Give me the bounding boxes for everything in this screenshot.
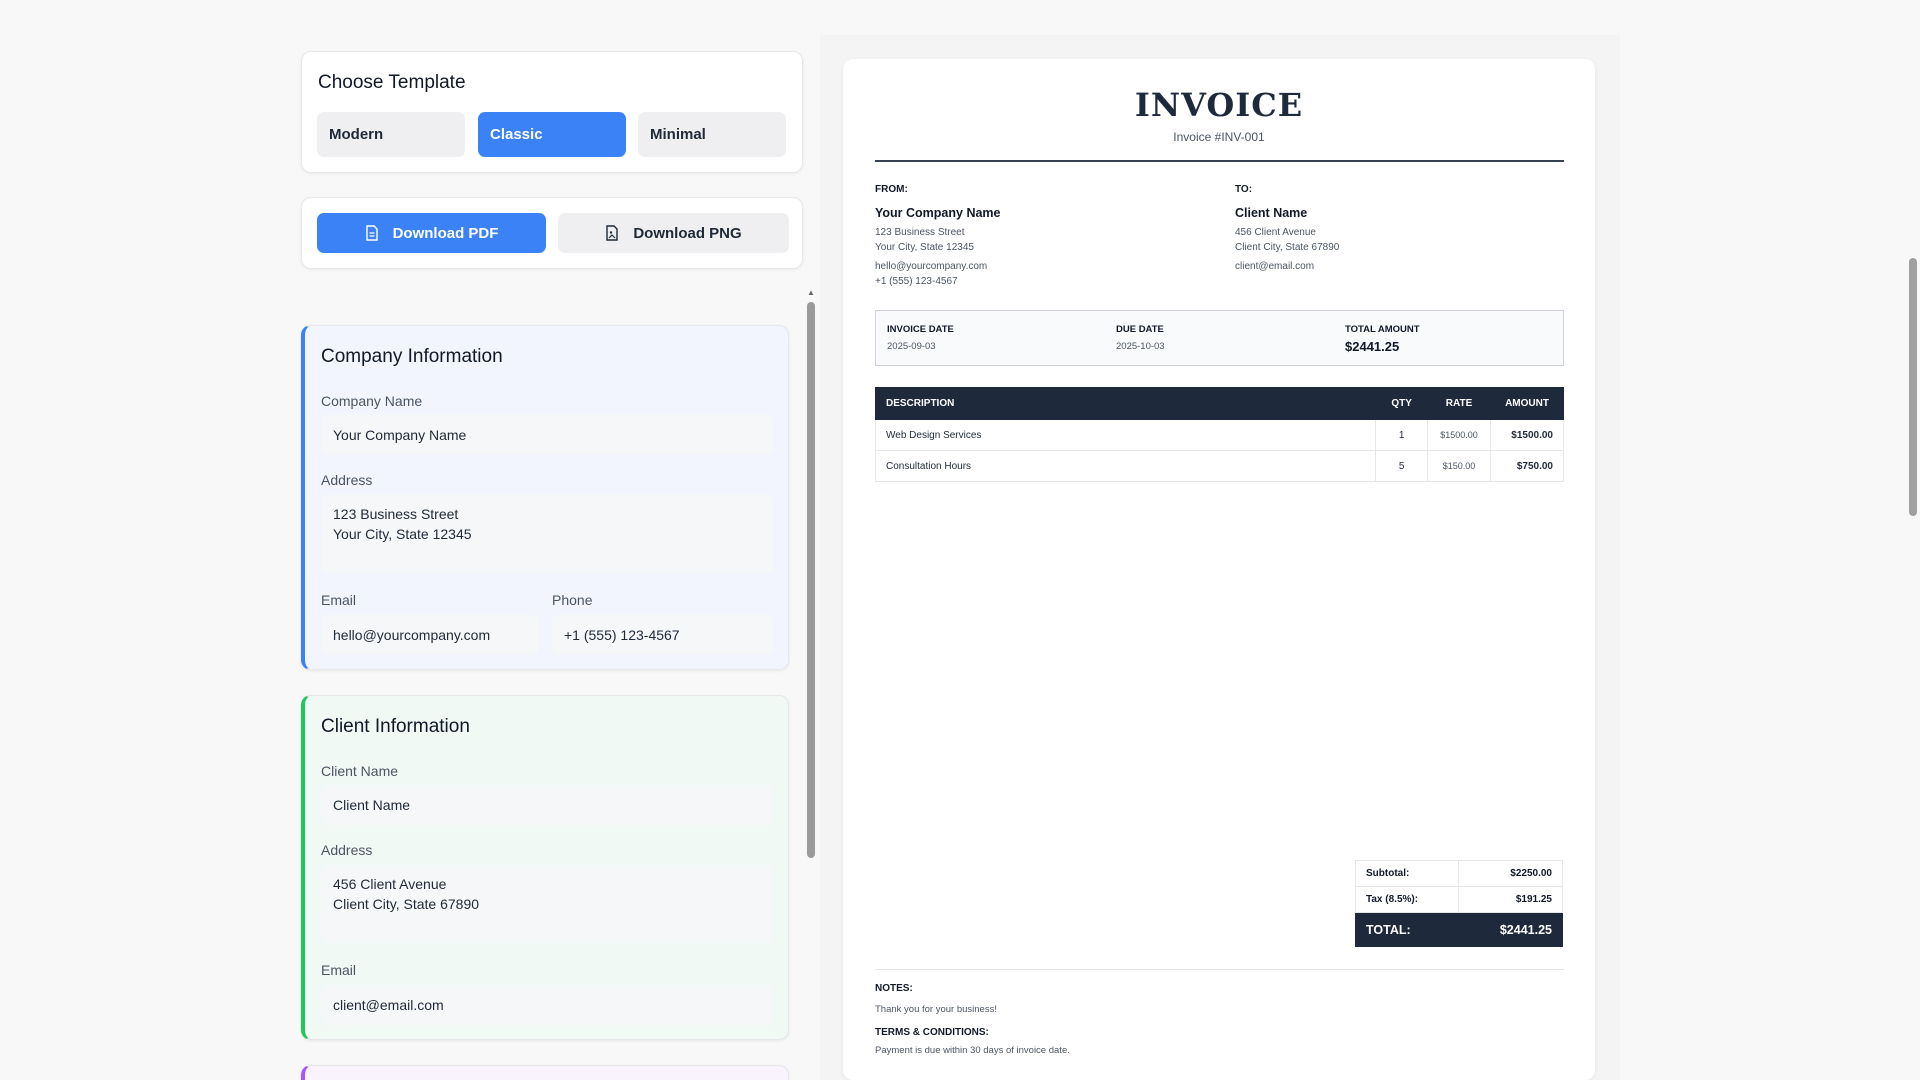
company-email-input[interactable]: hello@yourcompany.com — [321, 615, 539, 655]
invoice-number: Invoice #INV-001 — [1173, 130, 1265, 144]
table-header-row: DESCRIPTION QTY RATE AMOUNT — [874, 387, 1564, 420]
item-qty: 5 — [1375, 450, 1429, 482]
company-section: Company Information Company Name Your Co… — [301, 325, 789, 670]
from-address-line1: 123 Business Street — [875, 227, 965, 238]
line-items-table: DESCRIPTION QTY RATE AMOUNT Web Design S… — [874, 387, 1564, 482]
client-address-textarea[interactable]: 456 Client Avenue Client City, State 678… — [321, 865, 773, 943]
template-modern-button[interactable]: Modern — [317, 112, 465, 157]
total-amount-value: $2441.25 — [1345, 339, 1400, 354]
company-name-label: Company Name — [321, 393, 423, 409]
image-file-icon — [606, 225, 619, 241]
column-header-qty: QTY — [1375, 387, 1429, 420]
due-date-value: 2025-10-03 — [1116, 341, 1165, 352]
due-date-label: DUE DATE — [1116, 324, 1164, 335]
company-section-title: Company Information — [321, 346, 503, 367]
terms-text: Payment is due within 30 days of invoice… — [875, 1045, 1070, 1056]
template-classic-button[interactable]: Classic — [478, 112, 626, 157]
tax-row: Tax (8.5%): $191.25 — [1354, 886, 1563, 913]
client-email-input[interactable]: client@email.com — [321, 985, 773, 1025]
item-description: Web Design Services — [874, 419, 1377, 451]
template-card: Choose Template Modern Classic Minimal — [301, 51, 803, 173]
client-name-input[interactable]: Client Name — [321, 785, 773, 825]
download-png-button[interactable]: Download PNG — [558, 213, 789, 253]
form-scroll-up-arrow[interactable]: ▲ — [806, 289, 816, 297]
total-amount-label: TOTAL AMOUNT — [1345, 324, 1420, 335]
from-name: Your Company Name — [875, 206, 1001, 220]
to-address-line1: 456 Client Avenue — [1235, 227, 1316, 238]
template-minimal-button[interactable]: Minimal — [638, 112, 786, 157]
subtotal-value: $2250.00 — [1458, 860, 1563, 887]
to-name: Client Name — [1235, 206, 1308, 220]
from-label: FROM: — [875, 184, 908, 195]
invoice-date-value: 2025-09-03 — [887, 341, 936, 352]
item-description: Consultation Hours — [874, 450, 1377, 482]
total-label: TOTAL: — [1354, 912, 1460, 947]
terms-label: TERMS & CONDITIONS: — [875, 1027, 989, 1038]
invoice-preview: INVOICE Invoice #INV-001 FROM: Your Comp… — [843, 59, 1595, 1080]
invoice-date-label: INVOICE DATE — [887, 324, 954, 335]
next-section — [301, 1065, 789, 1080]
notes-divider — [875, 969, 1564, 970]
from-phone: +1 (555) 123-4567 — [875, 276, 958, 287]
download-card: Download PDF Download PNG — [301, 197, 803, 269]
company-email-label: Email — [321, 592, 357, 608]
item-qty: 1 — [1375, 419, 1429, 451]
invoice-title: INVOICE — [1134, 86, 1304, 124]
company-address-textarea[interactable]: 123 Business Street Your City, State 123… — [321, 495, 773, 573]
column-header-rate: RATE — [1427, 387, 1492, 420]
table-row: Consultation Hours 5 $150.00 $750.00 — [874, 450, 1564, 482]
client-name-label: Client Name — [321, 763, 399, 779]
client-address-label: Address — [321, 842, 373, 858]
total-value: $2441.25 — [1458, 912, 1563, 947]
subtotal-label: Subtotal: — [1354, 860, 1460, 887]
subtotal-row: Subtotal: $2250.00 — [1354, 860, 1563, 887]
company-address-label: Address — [321, 472, 373, 488]
download-pdf-label: Download PDF — [392, 224, 499, 242]
invoice-meta-box: INVOICE DATE 2025-09-03 DUE DATE 2025-10… — [875, 310, 1564, 366]
total-row: TOTAL: $2441.25 — [1354, 912, 1563, 947]
column-header-description: DESCRIPTION — [874, 387, 1377, 420]
from-email: hello@yourcompany.com — [875, 261, 988, 272]
download-pdf-button[interactable]: Download PDF — [317, 213, 546, 253]
item-rate: $1500.00 — [1427, 419, 1492, 451]
from-address-line2: Your City, State 12345 — [875, 242, 974, 253]
tax-value: $191.25 — [1458, 886, 1563, 913]
company-name-input[interactable]: Your Company Name — [321, 415, 773, 455]
header-divider — [875, 160, 1564, 162]
form-scroll-area[interactable]: Company Information Company Name Your Co… — [288, 287, 818, 1080]
item-rate: $150.00 — [1427, 450, 1492, 482]
item-amount: $750.00 — [1490, 450, 1564, 482]
notes-label: NOTES: — [875, 983, 913, 994]
tax-label: Tax (8.5%): — [1354, 886, 1460, 913]
form-scrollbar-thumb[interactable] — [807, 302, 815, 858]
page-scrollbar-thumb[interactable] — [1909, 258, 1917, 516]
totals-table: Subtotal: $2250.00 Tax (8.5%): $191.25 T… — [1354, 860, 1563, 947]
document-icon — [365, 225, 378, 241]
client-section: Client Information Client Name Client Na… — [301, 695, 789, 1040]
to-email: client@email.com — [1235, 261, 1315, 272]
template-title: Choose Template — [318, 72, 466, 93]
item-amount: $1500.00 — [1490, 419, 1564, 451]
column-header-amount: AMOUNT — [1490, 387, 1564, 420]
table-row: Web Design Services 1 $1500.00 $1500.00 — [874, 419, 1564, 451]
client-section-title: Client Information — [321, 716, 470, 737]
to-label: TO: — [1235, 184, 1253, 195]
download-png-label: Download PNG — [633, 224, 742, 242]
notes-text: Thank you for your business! — [875, 1004, 997, 1015]
company-phone-label: Phone — [552, 592, 593, 608]
company-phone-input[interactable]: +1 (555) 123-4567 — [552, 615, 773, 655]
client-email-label: Email — [321, 962, 357, 978]
to-address-line2: Client City, State 67890 — [1235, 242, 1340, 253]
